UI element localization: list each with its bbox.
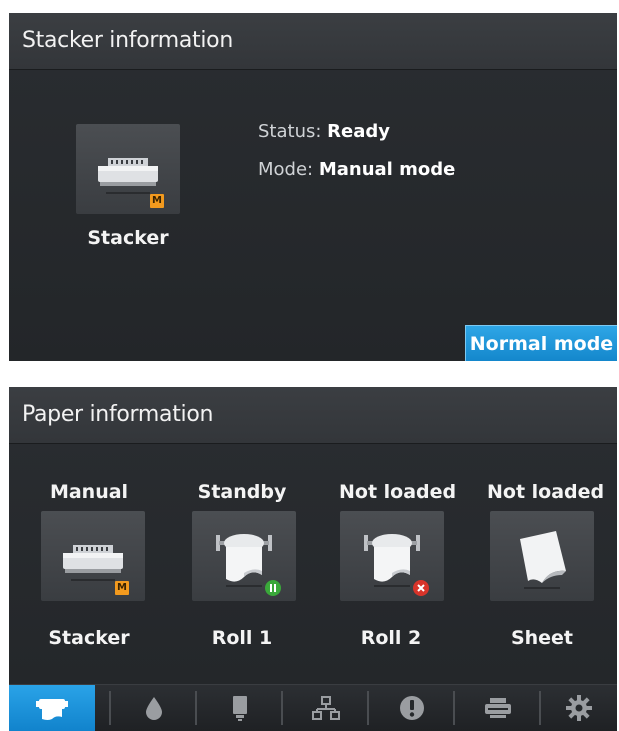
nav-network-button[interactable] [283, 685, 369, 731]
source-name-label: Sheet [510, 627, 574, 649]
source-state-label: Not loaded [339, 481, 457, 503]
paper-sheet-icon [520, 531, 566, 589]
printhead-icon [233, 696, 247, 721]
source-state-label: Not loaded [487, 481, 605, 503]
source-tile-stacker[interactable]: M [41, 511, 145, 601]
source-state-label: Manual [49, 481, 129, 503]
nav-alerts-button[interactable] [369, 685, 455, 731]
stacker-title-bar: Stacker information [9, 13, 617, 70]
stacker-icon [98, 158, 158, 194]
paper-icon [36, 699, 68, 720]
close-icon [417, 584, 425, 592]
printer-icon [485, 698, 511, 718]
status-row: Status: Ready [258, 121, 390, 142]
ink-drop-icon [146, 697, 162, 720]
paper-information-panel: Paper information Manual M Stacker Stand… [9, 387, 617, 731]
normal-mode-button[interactable]: Normal mode [465, 325, 617, 361]
pause-badge [265, 580, 281, 596]
stacker-device-label: Stacker [87, 227, 169, 249]
status-value: Ready [327, 121, 390, 142]
source-tile-roll-1[interactable] [192, 511, 296, 601]
source-name-label: Roll 2 [360, 627, 422, 649]
mode-row: Mode: Manual mode [258, 159, 455, 180]
source-name-label: Stacker [48, 627, 130, 649]
nav-printer-button[interactable] [455, 685, 541, 731]
nav-settings-button[interactable] [541, 685, 617, 731]
nav-printhead-button[interactable] [197, 685, 283, 731]
error-badge [413, 580, 429, 596]
manual-mode-badge: M [150, 194, 164, 208]
status-key: Status: [258, 121, 322, 142]
mode-value: Manual mode [318, 159, 456, 180]
source-tile-sheet[interactable] [490, 511, 594, 601]
settings-gear-icon [566, 695, 592, 721]
manual-mode-badge: M [115, 581, 129, 595]
stacker-information-panel: Stacker information M Stacker Status: Re… [9, 13, 617, 361]
paper-panel-title: Paper information [22, 402, 214, 427]
source-state-label: Standby [197, 481, 287, 503]
stacker-icon [63, 545, 123, 581]
nav-ink-button[interactable] [111, 685, 197, 731]
source-tile-roll-2[interactable] [340, 511, 444, 601]
stacker-tile[interactable]: M [76, 124, 180, 214]
bottom-navigation-bar [9, 684, 617, 731]
alert-icon [400, 696, 424, 720]
mode-key: Mode: [258, 159, 314, 180]
stacker-panel-title: Stacker information [22, 28, 233, 53]
network-icon [312, 696, 340, 720]
paper-title-bar: Paper information [9, 387, 617, 444]
nav-paper-button[interactable] [9, 685, 95, 731]
pause-icon [270, 584, 276, 592]
source-name-label: Roll 1 [211, 627, 273, 649]
